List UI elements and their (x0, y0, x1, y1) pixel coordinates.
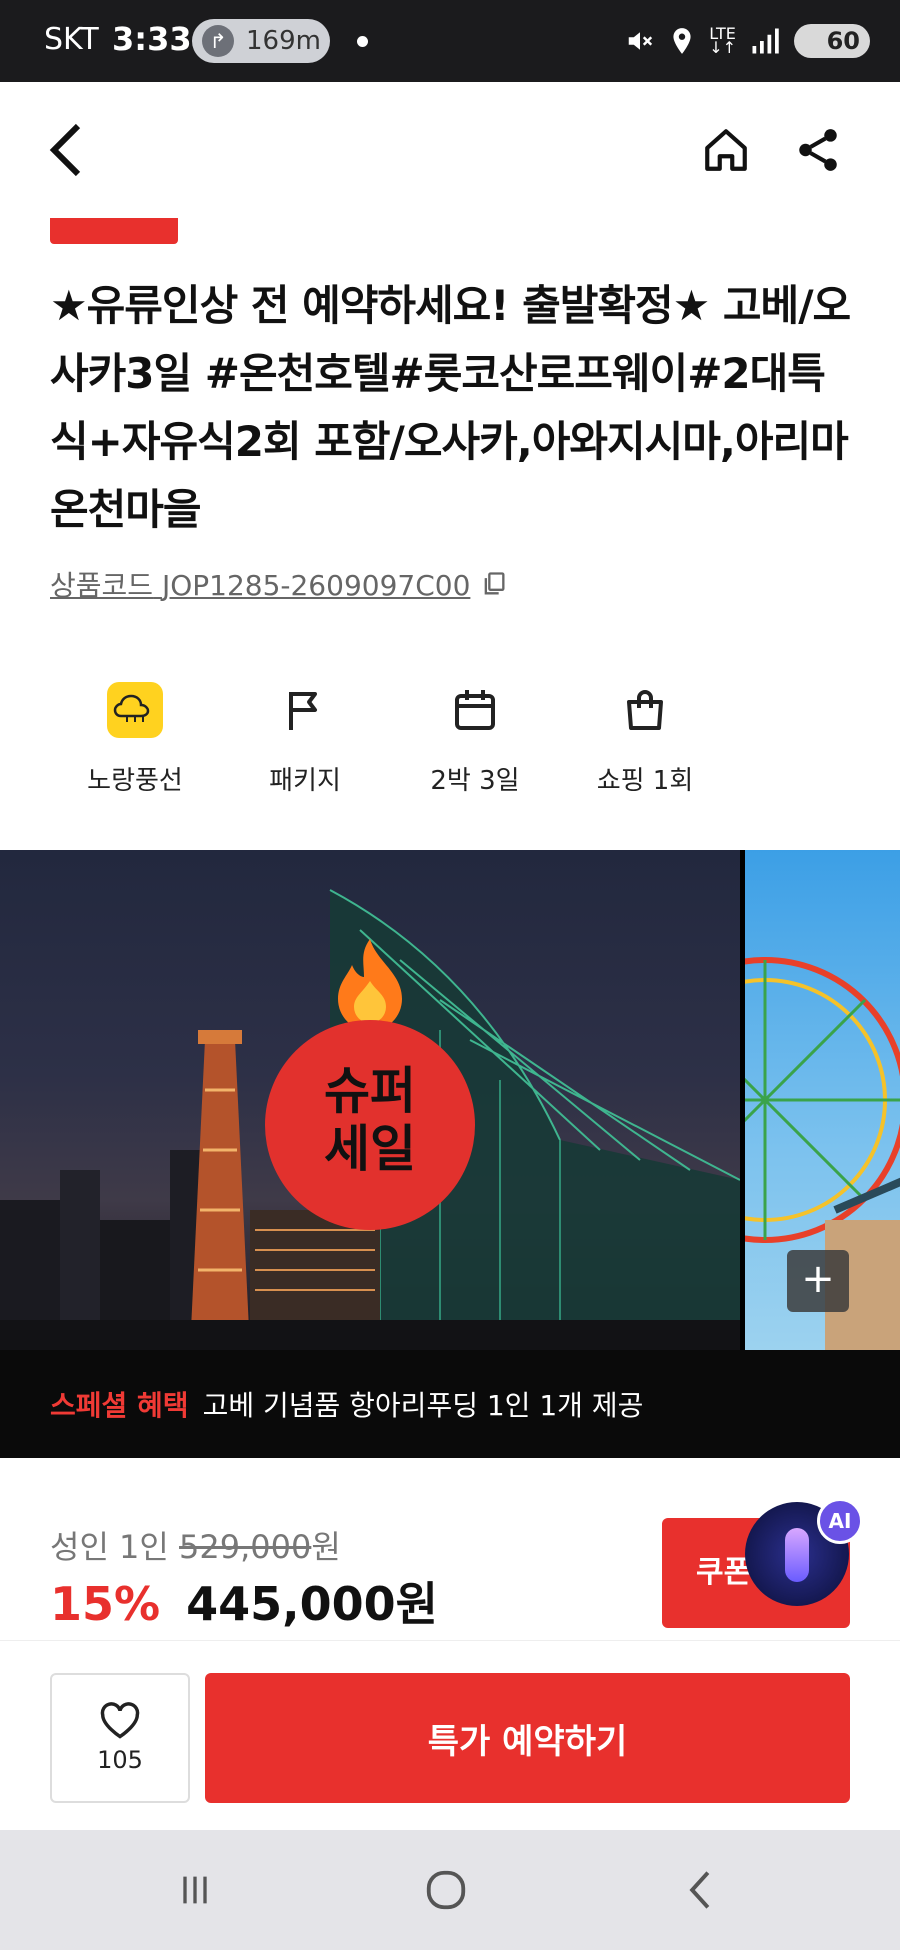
back-button[interactable] (36, 120, 96, 180)
network-type: LTE ↓↑ (709, 24, 736, 57)
mute-icon (628, 32, 653, 50)
super-sale-badge: 슈퍼 세일 (265, 1020, 475, 1230)
shopping-bag-icon (617, 682, 673, 738)
product-title: ★유류인상 전 예약하세요! 출발확정★ 고베/오사카3일 #온천호텔#롯코산로… (50, 281, 851, 534)
product-code[interactable]: 상품코드 JOP1285-2609097C00 (50, 564, 470, 604)
benefit-text: 고베 기념품 항아리푸딩 1인 1개 제공 (202, 1389, 644, 1422)
benefit-label: 스페셜 혜택 (50, 1389, 189, 1422)
battery-indicator: 60 (794, 24, 870, 58)
special-benefit-banner: 스페셜 혜택 고베 기념품 항아리푸딩 1인 1개 제공 (0, 1350, 900, 1458)
product-features: 노랑풍선 패키지 2박 3일 쇼핑 1회 (50, 682, 730, 797)
image-gallery[interactable]: 슈퍼 세일 (0, 850, 900, 1350)
flag-icon (277, 682, 333, 738)
copy-icon[interactable] (480, 570, 508, 598)
heart-icon (100, 1702, 140, 1739)
feature-shopping: 쇼핑 1회 (560, 682, 730, 797)
back-nav-icon (689, 1871, 710, 1909)
signal-icon (752, 28, 779, 54)
back-nav-button[interactable] (670, 1860, 730, 1920)
turn-right-icon: ↱ (202, 25, 234, 57)
system-nav-bar (0, 1830, 900, 1950)
share-icon (799, 129, 837, 171)
share-button[interactable] (788, 120, 848, 180)
sale-price: 15% 445,000원 (50, 1568, 438, 1634)
chevron-left-icon (49, 123, 81, 177)
clock: 3:33 (112, 20, 192, 58)
product-code-row: 상품코드 JOP1285-2609097C00 (50, 564, 508, 604)
recent-apps-icon (183, 1876, 207, 1904)
home-nav-button[interactable] (416, 1860, 476, 1920)
original-price: 성인 1인 529,000원 (50, 1528, 341, 1566)
discount-rate: 15% (50, 1577, 161, 1631)
top-header (0, 82, 900, 222)
promo-badge (50, 218, 178, 244)
price-section: 성인 1인 529,000원 15% 445,000원 쿠폰 AI (0, 1458, 900, 1640)
wishlist-button[interactable]: 105 (50, 1673, 190, 1803)
current-price: 445,000원 (186, 1577, 438, 1631)
location-icon (673, 28, 691, 54)
home-button[interactable] (696, 120, 756, 180)
status-icons: LTE ↓↑ 60 (625, 18, 870, 64)
ai-badge: AI (817, 1498, 863, 1544)
home-icon (705, 129, 747, 171)
gallery-more-button[interactable]: + (787, 1250, 849, 1312)
home-circle-icon (426, 1870, 466, 1910)
balloon-logo-icon (107, 682, 163, 738)
calendar-icon (447, 682, 503, 738)
carrier-label: SKT (44, 22, 99, 57)
recent-apps-button[interactable] (165, 1860, 225, 1920)
booking-bar: 105 특가 예약하기 (0, 1640, 900, 1830)
gallery-image-kobe[interactable]: 슈퍼 세일 (0, 850, 740, 1350)
notification-dot (357, 36, 368, 47)
wishlist-count: 105 (97, 1746, 143, 1774)
feature-duration: 2박 3일 (390, 682, 560, 797)
navigation-pill[interactable]: ↱ 169m (192, 19, 330, 63)
nav-distance: 169m (246, 26, 321, 56)
status-bar: SKT 3:33 ↱ 169m LTE ↓↑ 60 (0, 0, 900, 82)
ai-orb-icon (785, 1528, 809, 1582)
feature-brand: 노랑풍선 (50, 682, 220, 797)
book-button[interactable]: 특가 예약하기 (205, 1673, 850, 1803)
feature-type: 패키지 (220, 682, 390, 797)
